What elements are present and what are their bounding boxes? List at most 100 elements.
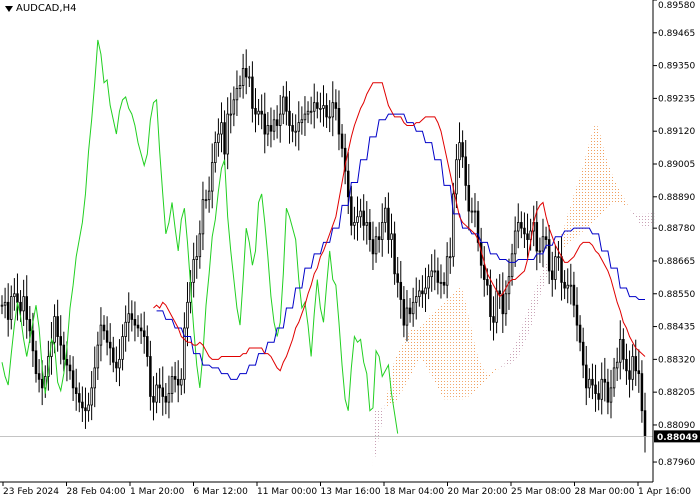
candle-body-down (136, 324, 140, 329)
candle-body-down (643, 410, 647, 437)
candle-body-up (384, 207, 387, 223)
candle-body-down (164, 396, 168, 403)
candle-body-down (139, 327, 143, 332)
candle-body-up (424, 287, 427, 295)
candle-body-down (551, 270, 554, 280)
cloud-segment (456, 288, 460, 400)
symbol-label: AUDCAD,H4 (16, 3, 77, 14)
candle-body-down (461, 142, 464, 158)
candle-body-down (421, 290, 424, 295)
y-tick-label: 0.87960 (658, 458, 695, 468)
candle-body-down (269, 125, 273, 132)
candle-body-down (408, 307, 412, 315)
cloud-segment (595, 122, 599, 220)
candle-body-up (90, 387, 93, 406)
candle-body-down (628, 370, 631, 380)
candle-body-down (34, 350, 38, 375)
candle-body-down (244, 68, 248, 78)
y-tick-label: 0.88320 (658, 355, 695, 365)
cloud-segment (453, 290, 457, 400)
y-tick-label: 0.88435 (658, 323, 695, 333)
candle-body-up (232, 99, 236, 115)
candle-body-up (504, 293, 508, 315)
candle-body-up (198, 233, 202, 258)
candle-body-down (37, 373, 41, 380)
candle-body-down (563, 281, 566, 289)
y-tick-label: 0.88890 (658, 193, 695, 203)
candle-body-down (396, 273, 399, 283)
candle-body-down (65, 358, 69, 366)
cloud-segment (444, 299, 448, 400)
cloud-segment (604, 154, 608, 212)
candle-body-down (254, 107, 257, 115)
price-chart[interactable]: 0.89580 0.89465 0.89350 0.89235 0.89120 0.890… (0, 0, 700, 500)
candle-body-up (411, 301, 415, 315)
candle-body-down (337, 107, 341, 135)
candle-body-up (374, 236, 378, 255)
candle-body-up (272, 119, 276, 132)
y-tick-label: 0.88665 (658, 257, 695, 267)
candle-body-down (102, 324, 106, 332)
candle-body-down (112, 347, 115, 363)
candle-body-down (442, 281, 446, 286)
candle-body-up (609, 387, 613, 403)
cloud-segment (598, 128, 602, 217)
candle-body-down (368, 222, 372, 240)
candle-body-up (118, 358, 121, 369)
candle-body-down (81, 401, 84, 409)
y-tick-label: 0.89465 (658, 29, 695, 39)
candle-body-down (62, 344, 66, 360)
candle-body-up (266, 125, 270, 135)
chart-area[interactable]: 0.89580 0.89465 0.89350 0.89235 0.89120 0.890… (0, 0, 700, 500)
candle-body-up (433, 270, 437, 273)
candle-body-up (631, 356, 634, 380)
candle-body-down (263, 113, 267, 135)
candle-body-up (452, 193, 455, 258)
candle-body-up (238, 85, 242, 89)
candle-body-up (204, 199, 208, 202)
candle-body-up (303, 113, 307, 121)
x-tick-label: 28 Feb 04:00 (67, 487, 126, 497)
candle-body-down (130, 313, 134, 320)
triangle-down-icon[interactable] (5, 5, 13, 12)
candle-body-down (544, 236, 548, 240)
candle-body-up (53, 316, 56, 343)
candle-body-down (377, 236, 381, 240)
candle-body-down (56, 316, 59, 337)
candle-body-down (149, 356, 152, 397)
candle-body-down (520, 222, 523, 229)
cloud-segment (437, 305, 441, 394)
candle-body-down (535, 222, 539, 252)
candle-body-down (606, 381, 610, 403)
candle (452, 182, 455, 267)
candle-body-up (541, 236, 545, 252)
candle-body-up (217, 133, 220, 144)
candle-body-up (121, 336, 124, 360)
candle-body-up (495, 290, 498, 323)
candle-body-up (192, 259, 195, 283)
candle-body-down (133, 319, 137, 326)
cloud-segment (573, 185, 577, 240)
candle-body-up (93, 367, 96, 389)
candle-body-down (489, 284, 492, 317)
cloud-segment (645, 213, 649, 229)
candle-body-down (467, 184, 471, 212)
x-tick-label: 13 Mar 16:00 (321, 487, 381, 497)
candle-body-up (458, 142, 461, 161)
candle-body-down (16, 293, 19, 303)
symbol-title[interactable]: AUDCAD,H4 (5, 3, 76, 14)
cloud-segment (592, 122, 596, 223)
y-tick-label: 0.89235 (658, 94, 695, 104)
candle-body-down (176, 378, 180, 386)
candle-body-up (229, 113, 233, 116)
y-tick-label: 0.89350 (658, 62, 695, 72)
x-tick-label: 11 Mar 00:00 (257, 487, 317, 497)
candle-body-down (362, 210, 365, 226)
candle-body-up (195, 256, 199, 260)
candle-body-down (371, 239, 375, 255)
candle-body-down (260, 110, 263, 115)
cloud-segment (397, 347, 401, 400)
candle-body-up (538, 250, 542, 253)
candle-body-up (405, 307, 409, 326)
cloud-segment (586, 142, 590, 229)
